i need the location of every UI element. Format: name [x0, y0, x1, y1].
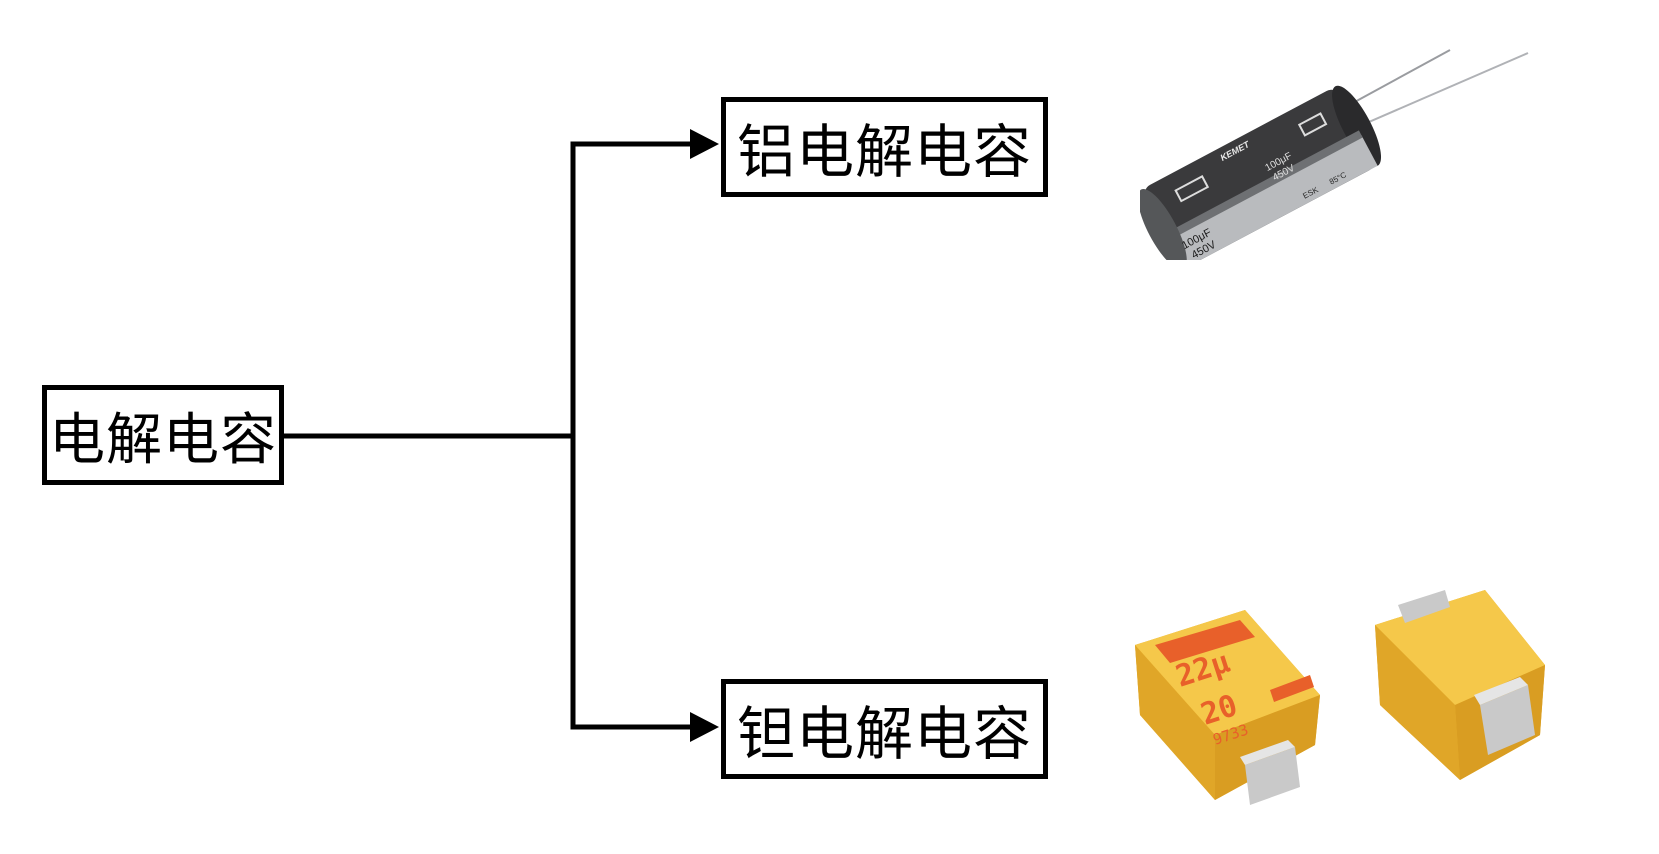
- diagram-canvas: 电解电容 铝电解电容 钽电解电容 KEMET 100μF 450V 100μF …: [0, 0, 1659, 854]
- arrowhead-top-icon: [690, 129, 719, 159]
- arrowhead-bottom-icon: [690, 712, 719, 742]
- node-tantalum-electrolytic: 钽电解电容: [721, 679, 1048, 779]
- node-aluminum-electrolytic: 铝电解电容: [721, 97, 1048, 197]
- node-electrolytic-capacitor: 电解电容: [42, 385, 284, 485]
- node-tantalum-label: 钽电解电容: [736, 700, 1032, 768]
- node-aluminum-label: 铝电解电容: [736, 118, 1032, 186]
- node-root-label: 电解电容: [49, 407, 277, 473]
- aluminum-capacitor-image: KEMET 100μF 450V 100μF 450V ESK 85°C: [1140, 49, 1529, 260]
- tantalum-capacitor-image-front: 22μ 20 9733: [1135, 610, 1320, 805]
- tantalum-capacitor-image-back: [1375, 590, 1545, 780]
